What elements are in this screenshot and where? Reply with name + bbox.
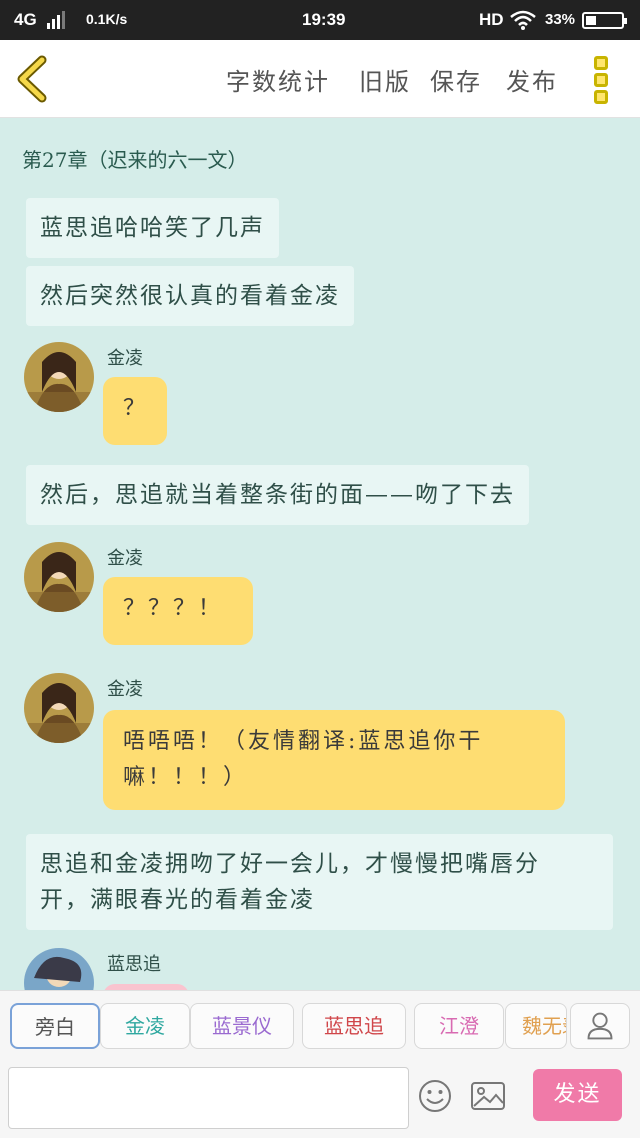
avatar-lansizhui[interactable]	[24, 948, 94, 990]
character-label: 江澄	[439, 1014, 479, 1038]
send-button[interactable]: 发送	[533, 1069, 622, 1121]
narration-text-line: 思追和金凌拥吻了好一会儿，才慢慢把嘴唇分	[40, 851, 540, 877]
more-menu-icon[interactable]	[594, 56, 614, 104]
network-speed: 0.1K/s	[86, 11, 128, 27]
narration-text: 然后，思追就当着整条街的面——吻了下去	[40, 482, 515, 508]
character-button-lansizhui[interactable]: 蓝思追	[302, 1003, 406, 1049]
chat-bubble[interactable]: ？？？！	[103, 577, 253, 645]
character-label: 蓝景仪	[212, 1014, 272, 1038]
character-button-weiwuxian[interactable]: 魏无羡	[505, 1003, 567, 1049]
narration-message[interactable]: 蓝思追哈哈笑了几声	[26, 198, 279, 258]
character-label: 金凌	[125, 1014, 165, 1038]
character-button-jiangcheng[interactable]: 江澄	[414, 1003, 504, 1049]
narration-message[interactable]: 然后，思追就当着整条街的面——吻了下去	[26, 465, 529, 525]
bubble-text-line: 嘛！！！）	[123, 765, 249, 790]
wifi-icon	[510, 10, 536, 30]
narration-text: 然后突然很认真的看着金凌	[40, 283, 340, 309]
editor-toolbar: 字数统计 旧版 保存 发布	[0, 40, 640, 118]
chapter-title: 第27章（迟来的六一文）	[22, 148, 248, 172]
chat-bubble[interactable]: ？	[103, 377, 167, 445]
publish-button[interactable]: 发布	[506, 62, 558, 97]
emoji-icon[interactable]	[418, 1079, 452, 1113]
bubble-text-line: 唔唔唔！（友情翻译:蓝思追你干	[123, 729, 484, 754]
clock: 19:39	[302, 10, 346, 29]
message-input[interactable]	[8, 1067, 409, 1129]
narration-text: 蓝思追哈哈笑了几声	[40, 215, 265, 241]
avatar-jinling[interactable]	[24, 542, 94, 612]
speaker-name: 金凌	[107, 548, 143, 569]
bubble-text: ？？？！	[123, 596, 224, 621]
speaker-name: 金凌	[107, 348, 143, 369]
speaker-name: 蓝思追	[107, 954, 161, 975]
user-button[interactable]	[570, 1003, 630, 1049]
hd-label: HD	[479, 10, 504, 29]
composer-panel: 旁白 金凌 蓝景仪 蓝思追 江澄 魏无羡 发送	[0, 990, 640, 1138]
back-arrow-icon[interactable]	[12, 54, 52, 104]
character-label: 魏无羡	[522, 1014, 566, 1038]
signal-icon	[47, 11, 65, 29]
narration-text-line: 开，满眼春光的看着金凌	[40, 887, 315, 913]
image-icon[interactable]	[470, 1079, 506, 1113]
character-label: 蓝思追	[324, 1014, 384, 1038]
old-version-button[interactable]: 旧版	[359, 62, 411, 97]
character-label: 旁白	[35, 1015, 75, 1039]
battery-icon	[582, 12, 627, 29]
avatar-jinling[interactable]	[24, 673, 94, 743]
narration-message[interactable]: 思追和金凌拥吻了好一会儿，才慢慢把嘴唇分 开，满眼春光的看着金凌	[26, 834, 613, 930]
word-count-button[interactable]: 字数统计	[226, 62, 330, 97]
network-type: 4G	[14, 10, 37, 29]
status-bar: 4G 0.1K/s 19:39 HD 33%	[0, 0, 640, 40]
character-button-jinling[interactable]: 金凌	[100, 1003, 190, 1049]
bubble-text: ？	[123, 396, 149, 421]
speaker-name: 金凌	[107, 679, 143, 700]
user-icon	[587, 1012, 613, 1040]
battery-percent: 33%	[545, 11, 576, 28]
character-button-lanjingyi[interactable]: 蓝景仪	[190, 1003, 294, 1049]
narration-message[interactable]: 然后突然很认真的看着金凌	[26, 266, 354, 326]
chat-area[interactable]: 第27章（迟来的六一文） 蓝思追哈哈笑了几声 然后突然很认真的看着金凌 金凌 ？…	[0, 118, 640, 990]
save-button[interactable]: 保存	[430, 62, 482, 97]
character-button-narrator[interactable]: 旁白	[10, 1003, 100, 1049]
avatar-jinling[interactable]	[24, 342, 94, 412]
chat-bubble[interactable]: 唔唔唔！（友情翻译:蓝思追你干 嘛！！！）	[103, 710, 565, 810]
